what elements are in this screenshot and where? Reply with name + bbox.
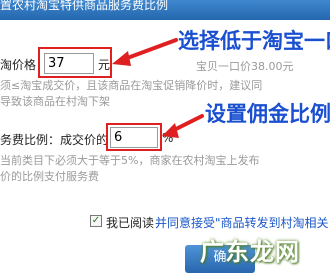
price-arrow-icon: [112, 38, 178, 66]
agree-checkbox[interactable]: ✓: [90, 215, 102, 227]
agreement-link[interactable]: 并同意接受"商品转发到村淘相关: [155, 214, 329, 231]
agree-prefix: 我已阅读: [106, 216, 155, 230]
fee-arrow-icon: [162, 114, 204, 138]
watermark-logo: 广东龙网: [200, 238, 300, 266]
